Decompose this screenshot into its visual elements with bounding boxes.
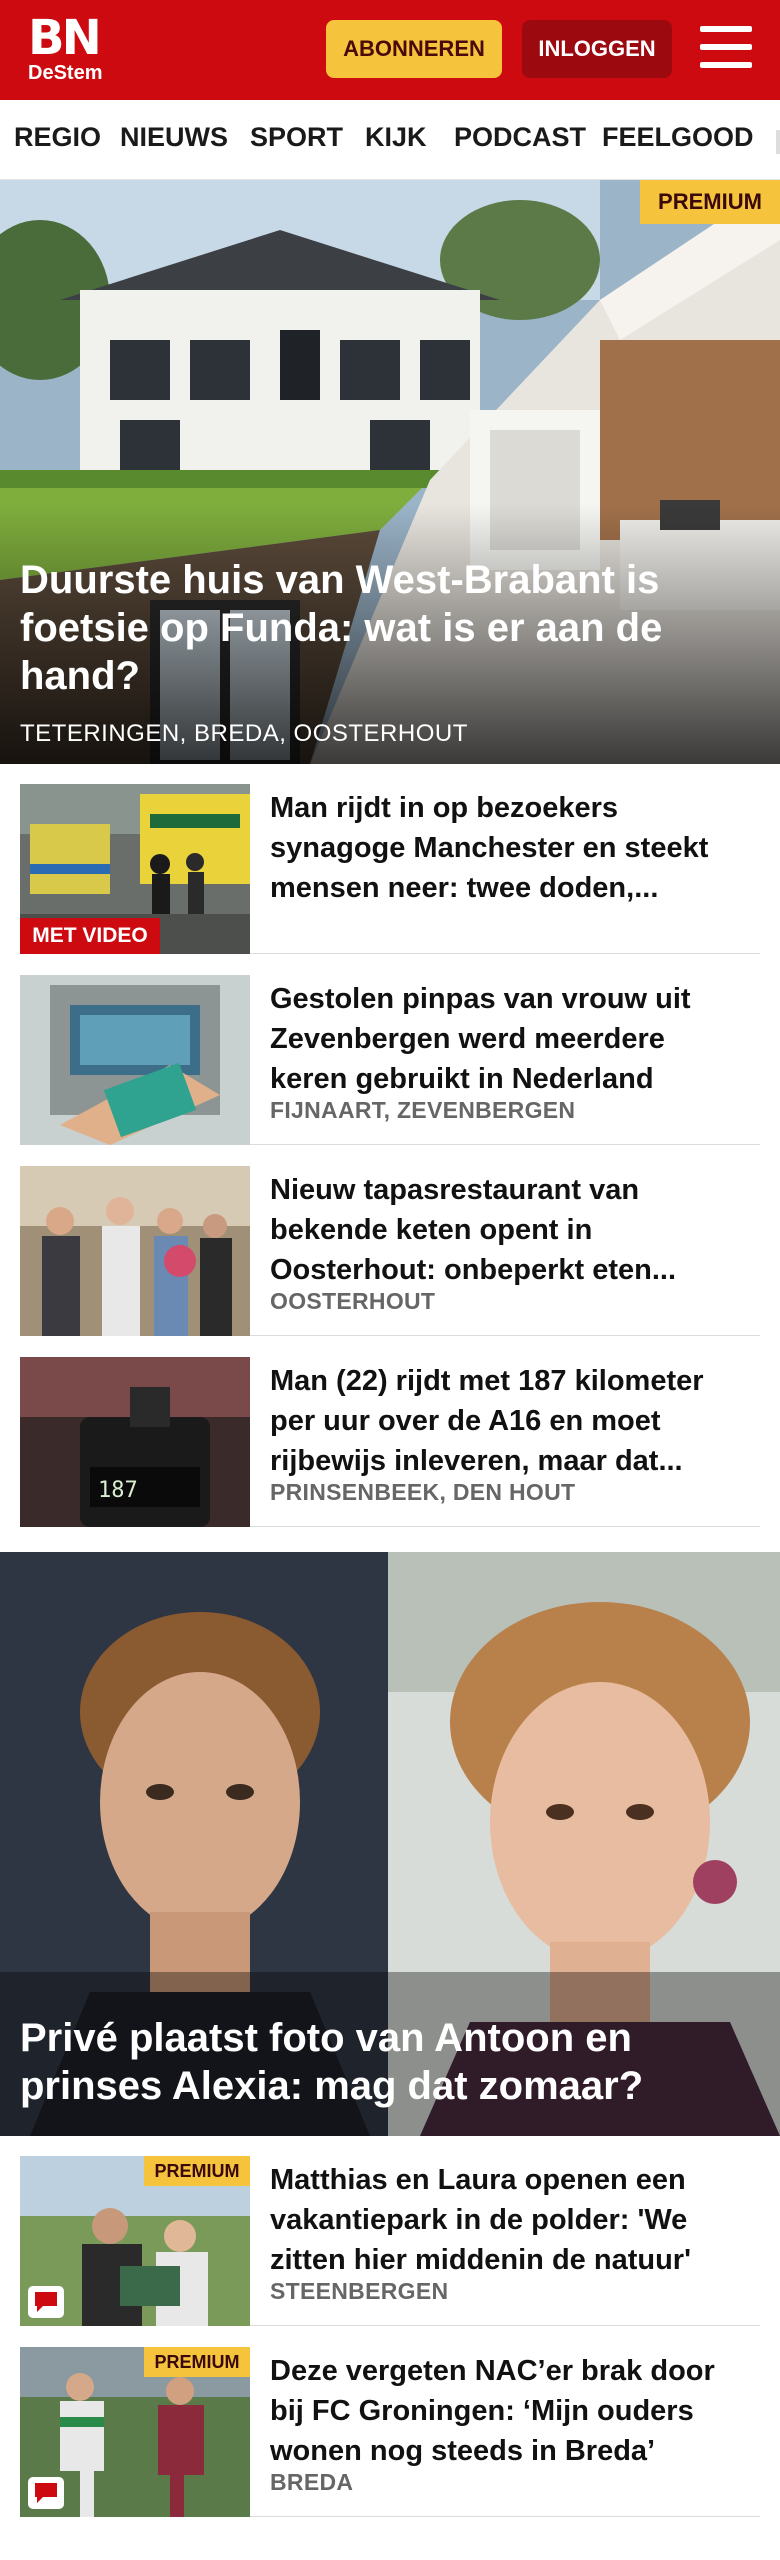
logo-mark: BN — [28, 10, 102, 66]
login-button[interactable]: INLOGGEN — [522, 20, 672, 78]
featured-title[interactable]: Privé plaatst foto van Antoon en prinses… — [20, 2014, 740, 2110]
article-location-tags: OOSTERHOUT — [270, 1288, 436, 1314]
premium-badge: PREMIUM — [144, 2347, 250, 2377]
nav-item-nieuws[interactable]: NIEUWS — [120, 122, 228, 153]
article-location-tags: BREDA — [270, 2469, 354, 2495]
hero-article[interactable]: PREMIUM Duurste huis van West-Brabant is… — [0, 180, 780, 764]
premium-badge: PREMIUM — [640, 180, 780, 224]
list-item[interactable]: PREMIUM Deze vergeten NAC’er brak door b… — [20, 2327, 760, 2517]
list-item[interactable]: 187 Man (22) rijdt met 187 kilometer per… — [20, 1337, 760, 1527]
comment-icon[interactable] — [28, 2286, 64, 2318]
nav-item-podcast[interactable]: PODCAST — [454, 122, 586, 153]
article-title[interactable]: Gestolen pinpas van vrouw uit Zevenberge… — [270, 979, 750, 1099]
featured-article[interactable]: Privé plaatst foto van Antoon en prinses… — [0, 1552, 780, 2136]
article-location-tags: PRINSENBEEK, DEN HOUT — [270, 1479, 576, 1505]
nav-item-kijk[interactable]: KIJK — [365, 122, 427, 153]
list-item[interactable]: Nieuw tapasrestaurant van bekende keten … — [20, 1146, 760, 1336]
speed-readout: 187 — [98, 1478, 138, 1503]
nav-item-regio[interactable]: REGIO — [14, 122, 101, 153]
nav-scroll-indicator — [776, 130, 780, 154]
premium-badge: PREMIUM — [144, 2156, 250, 2186]
site-logo[interactable]: BN DeStem — [28, 14, 128, 86]
video-badge: MET VIDEO — [20, 918, 160, 954]
site-header: BN DeStem ABONNEREN INLOGGEN — [0, 0, 780, 100]
article-thumbnail — [20, 975, 250, 1145]
article-thumbnail: 187 — [20, 1357, 250, 1527]
article-location-tags: STEENBERGEN — [270, 2278, 449, 2304]
list-item[interactable]: PREMIUM Matthias en Laura openen een vak… — [20, 2136, 760, 2326]
nav-item-sport[interactable]: SPORT — [250, 122, 343, 153]
article-title[interactable]: Man (22) rijdt met 187 kilometer per uur… — [270, 1361, 750, 1481]
article-thumbnail: MET VIDEO — [20, 784, 250, 954]
subscribe-button[interactable]: ABONNEREN — [326, 20, 502, 78]
article-thumbnail: PREMIUM — [20, 2156, 250, 2326]
article-location-tags: FIJNAART, ZEVENBERGEN — [270, 1097, 576, 1123]
section-nav: REGIO NIEUWS SPORT KIJK PODCAST FEELGOOD — [0, 100, 780, 180]
hero-location-tags: TETERINGEN, BREDA, OOSTERHOUT — [20, 720, 468, 747]
article-title[interactable]: Nieuw tapasrestaurant van bekende keten … — [270, 1170, 750, 1290]
article-title[interactable]: Deze vergeten NAC’er brak door bij FC Gr… — [270, 2351, 750, 2471]
article-title[interactable]: Man rijdt in op bezoekers synagoge Manch… — [270, 788, 750, 908]
hero-title[interactable]: Duurste huis van West-Brabant is foetsie… — [20, 556, 710, 700]
nav-item-feelgood[interactable]: FEELGOOD — [602, 122, 754, 153]
article-thumbnail: PREMIUM — [20, 2347, 250, 2517]
article-title[interactable]: Matthias en Laura openen een vakantiepar… — [270, 2160, 750, 2280]
list-item[interactable]: Gestolen pinpas van vrouw uit Zevenberge… — [20, 955, 760, 1145]
list-item[interactable]: MET VIDEO Man rijdt in op bezoekers syna… — [20, 764, 760, 954]
logo-subtitle: DeStem — [28, 62, 103, 84]
article-thumbnail — [20, 1166, 250, 1336]
comment-icon[interactable] — [28, 2477, 64, 2509]
hamburger-menu-icon[interactable] — [700, 26, 752, 72]
